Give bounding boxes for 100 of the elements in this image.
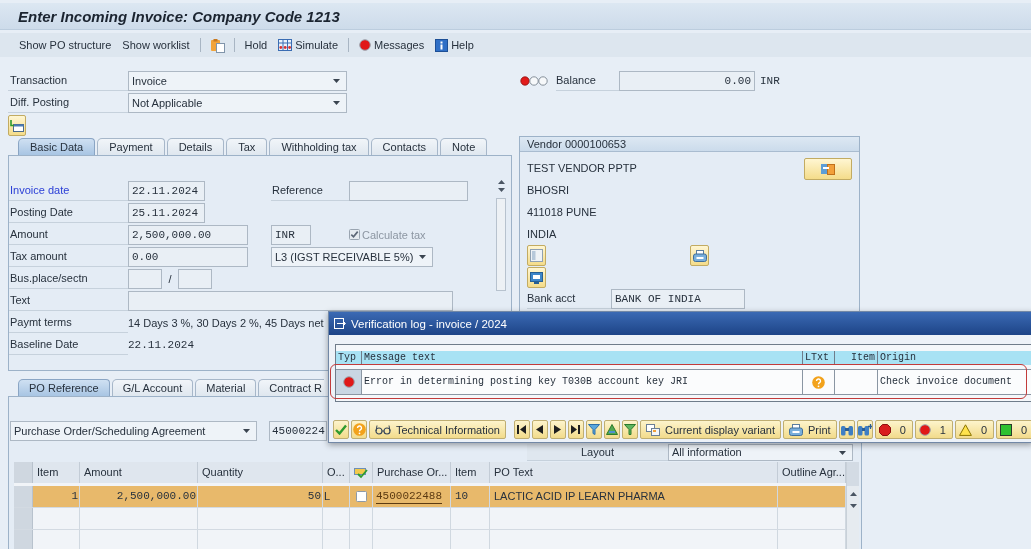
table-cell: LACTIC ACID IP LEARN PHARMA [490, 486, 778, 507]
success-count-button[interactable]: 0 [996, 420, 1031, 439]
po-number-link[interactable]: 4500022488 [376, 489, 442, 504]
amount-field[interactable]: 0.00 [128, 247, 248, 267]
tab[interactable]: PO Reference [18, 379, 110, 396]
help-button[interactable]: Help [434, 35, 475, 55]
tick-box-icon [354, 466, 368, 479]
section-field[interactable] [178, 269, 212, 289]
baseline-date-text: 22.11.2024 [128, 338, 194, 353]
reference-type-dropdown[interactable]: Purchase Order/Scheduling Agreement [10, 421, 257, 441]
text-field[interactable] [128, 291, 453, 311]
scroll-up-icon[interactable] [497, 180, 505, 184]
last-icon [571, 425, 581, 434]
toolbar-button[interactable]: Hold [243, 35, 269, 55]
amount-field[interactable]: 2,500,000.00 [128, 225, 248, 245]
find-button[interactable] [838, 420, 855, 439]
column-header[interactable]: Purchase Or... [373, 462, 451, 483]
tab[interactable]: Basic Data [18, 138, 96, 155]
checkbox[interactable] [355, 491, 367, 502]
scrollbar-thumb[interactable] [496, 198, 506, 291]
question-icon[interactable] [812, 375, 825, 389]
address-text: INDIA [527, 227, 558, 242]
column-header[interactable]: Message text [362, 351, 803, 365]
messages-button[interactable]: Messages [358, 35, 426, 55]
vertical-scrollbar[interactable] [846, 462, 859, 549]
vendor-panel-title: Vendor 0000100653 [520, 137, 859, 152]
column-header[interactable]: O... [323, 462, 350, 483]
date-field[interactable]: 22.11.2024 [128, 181, 205, 201]
tab[interactable]: Material [195, 379, 257, 396]
stop-count-button[interactable]: 0 [874, 420, 913, 439]
display-variant-button[interactable]: Current display variant [639, 420, 781, 439]
table-row[interactable]: 1 2,500,000.00 50 L 4500022488 10 LACTIC ACID IP LEARN PHARMA [14, 486, 846, 508]
display-button[interactable] [527, 267, 546, 288]
confirm-button[interactable] [333, 420, 349, 439]
column-header[interactable]: Origin [878, 351, 1031, 365]
simulate-button[interactable]: Simulate [277, 35, 339, 55]
error-count-button[interactable]: 1 [914, 420, 953, 439]
question-icon [352, 423, 366, 436]
toggle-button[interactable] [8, 115, 26, 136]
previous-icon [536, 425, 544, 434]
dialog-title: Verification log - invoice / 2024 [351, 317, 507, 330]
balance-field[interactable]: 0.00 [619, 71, 755, 91]
column-header[interactable]: Typ [336, 351, 362, 365]
column-header[interactable]: Item [451, 462, 490, 483]
tab[interactable]: Withholding tax [269, 138, 369, 155]
clipboard-icon[interactable] [209, 37, 225, 53]
tab[interactable]: Note [440, 138, 488, 155]
column-header[interactable]: Amount [80, 462, 198, 483]
bank-account-field[interactable]: BANK OF INDIA [611, 289, 745, 309]
grid-icon [278, 39, 293, 51]
reference-number-field[interactable]: 45000224 [269, 421, 327, 441]
filter-button[interactable] [585, 420, 602, 439]
technical-info-button[interactable]: Technical Information [369, 420, 506, 439]
warning-count-button[interactable]: 0 [954, 420, 994, 439]
currency-field[interactable]: INR [271, 225, 311, 245]
vertical-scrollbar[interactable] [495, 177, 507, 291]
tab[interactable]: G/L Account [111, 379, 194, 396]
scroll-down-icon[interactable] [497, 188, 505, 192]
vendor-details-button[interactable] [804, 158, 852, 180]
printer-icon [692, 249, 707, 262]
next-button[interactable] [549, 420, 566, 439]
layout-dropdown[interactable]: All information [668, 444, 853, 461]
column-header[interactable]: Item [33, 462, 80, 483]
stop-sign-icon [878, 423, 891, 436]
toolbar-button[interactable]: Show worklist [121, 35, 191, 55]
layout-icon [645, 423, 660, 436]
print-button[interactable] [690, 245, 709, 266]
last-button[interactable] [567, 420, 584, 439]
alert-dot-icon [918, 423, 931, 436]
first-icon [517, 425, 527, 434]
separator-text: / [167, 272, 173, 287]
tax-code-dropdown[interactable]: L3 (IGST RECEIVABLE 5%) [271, 247, 433, 267]
reference-field[interactable] [349, 181, 468, 201]
filter-icon [587, 424, 600, 435]
find-next-button[interactable] [856, 420, 873, 439]
column-header[interactable]: PO Text [490, 462, 778, 483]
tab[interactable]: Details [166, 138, 225, 155]
tab[interactable]: Contract R [258, 379, 324, 396]
help-button[interactable] [351, 420, 367, 439]
payment-terms-text: 14 Days 3 %, 30 Days 2 %, 45 Days net [128, 316, 324, 331]
column-header[interactable]: LTxt [803, 351, 835, 365]
difference-posting-dropdown[interactable]: Not Applicable [128, 93, 347, 113]
first-button[interactable] [513, 420, 530, 439]
subtotal-button[interactable] [621, 420, 638, 439]
transaction-dropdown[interactable]: Invoice [128, 71, 347, 91]
print-button[interactable]: Print [783, 420, 837, 439]
column-header[interactable]: Item [835, 351, 878, 365]
field-label: Paymt terms [9, 313, 128, 333]
tab[interactable]: Payment [97, 138, 165, 155]
toolbar-button[interactable]: Show PO structure [18, 35, 113, 55]
date-field[interactable]: 25.11.2024 [128, 203, 205, 223]
business-place-field[interactable] [128, 269, 162, 289]
scroll-down-icon[interactable] [849, 504, 857, 508]
scroll-up-icon[interactable] [849, 492, 857, 496]
table-cell: 2,500,000.00 [80, 486, 198, 507]
column-header[interactable]: Quantity [198, 462, 323, 483]
tab[interactable]: Tax [226, 138, 268, 155]
total-button[interactable] [603, 420, 620, 439]
previous-button[interactable] [531, 420, 548, 439]
tab[interactable]: Contacts [370, 138, 438, 155]
